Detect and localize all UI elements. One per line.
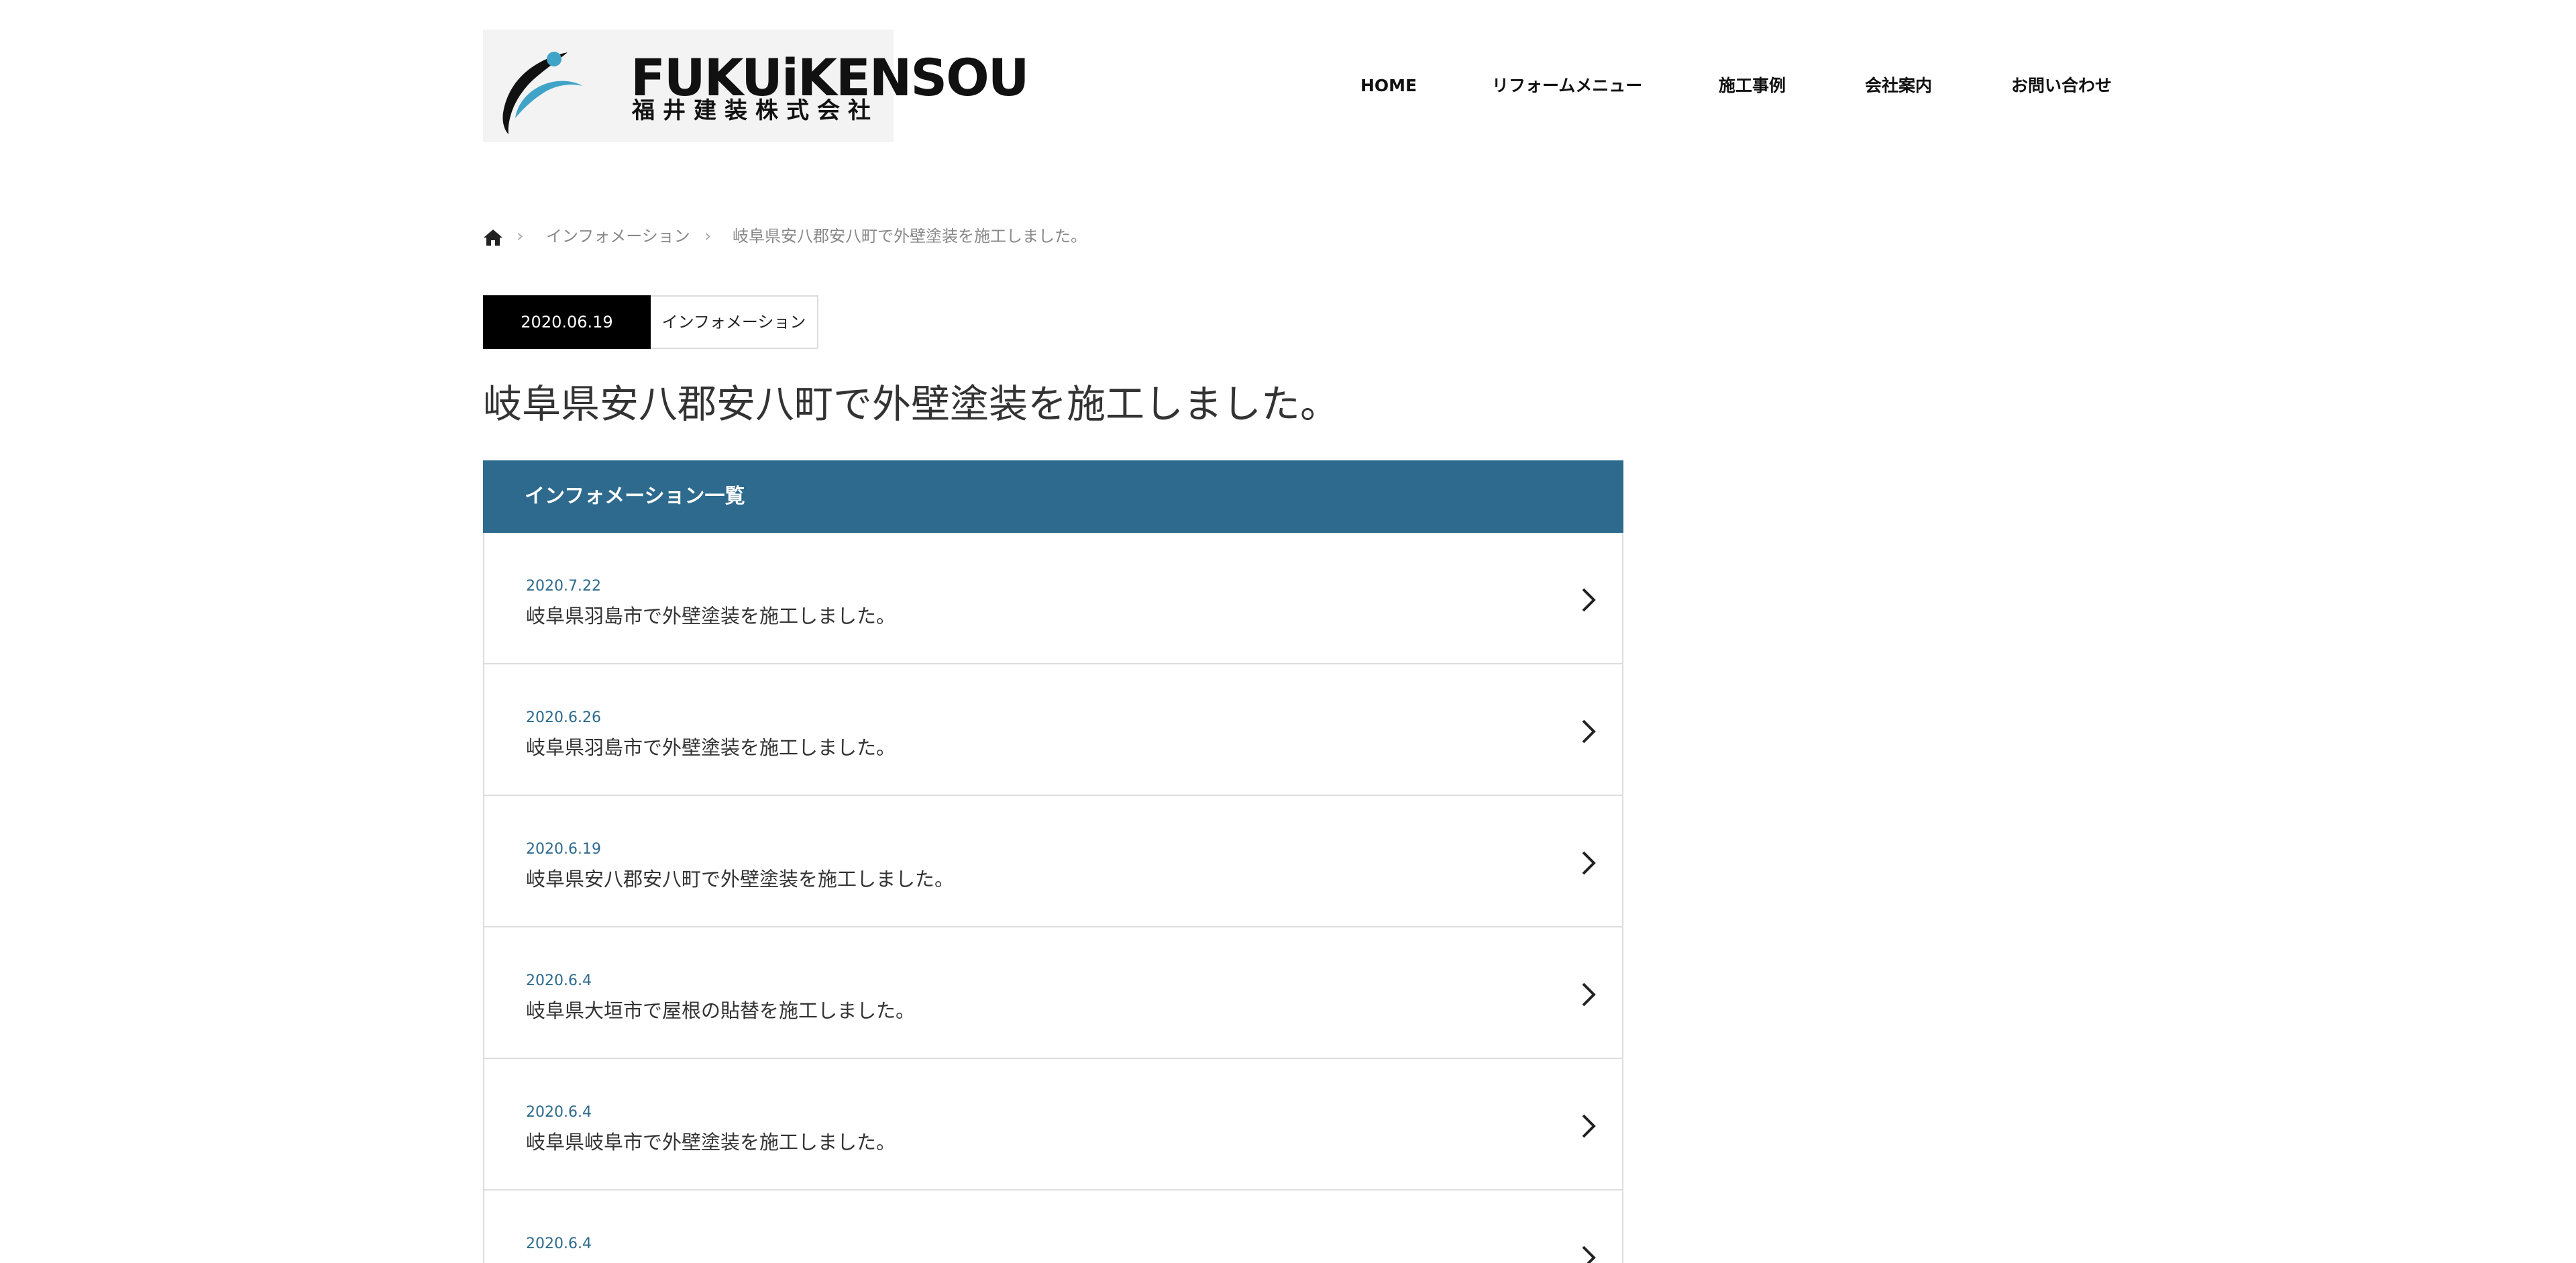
breadcrumb-item-current: 岐阜県安八郡安八町で外壁塗装を施工しました。: [733, 227, 1087, 246]
chevron-right-icon: [1582, 1114, 1596, 1138]
chevron-right-icon: [1582, 1246, 1596, 1263]
chevron-right-icon: [1582, 719, 1596, 744]
chevron-right-icon: [1582, 851, 1596, 875]
information-list-section: インフォメーション一覧 2020.7.22 岐阜県羽島市で外壁塗装を施工しました…: [483, 460, 1623, 1263]
nav-item-company[interactable]: 会社案内: [1865, 74, 1932, 98]
list-item-date: 2020.7.22: [526, 578, 601, 595]
list-item[interactable]: 2020.6.4: [483, 1191, 1623, 1263]
chevron-right-icon: [1582, 588, 1596, 612]
breadcrumb-separator: ›: [704, 226, 712, 246]
information-list-header: インフォメーション一覧: [483, 460, 1623, 533]
breadcrumb-separator: ›: [517, 226, 524, 246]
list-item-title: 岐阜県大垣市で屋根の貼替を施工しました。: [526, 999, 916, 1022]
nav-item-contact[interactable]: お問い合わせ: [2011, 74, 2112, 98]
nav-item-works[interactable]: 施工事例: [1719, 74, 1786, 98]
list-item-date: 2020.6.26: [526, 709, 601, 726]
nav-item-home[interactable]: HOME: [1360, 74, 1417, 98]
page: FUKUiKENSOU 福井建装株式会社 HOME リフォームメニュー 施工事例…: [0, 0, 2576, 1263]
page-title: 岐阜県安八郡安八町で外壁塗装を施工しました。: [483, 381, 1340, 427]
list-item[interactable]: 2020.6.4 岐阜県大垣市で屋根の貼替を施工しました。: [483, 927, 1623, 1059]
post-date-badge: 2020.06.19: [483, 295, 651, 349]
list-item-title: 岐阜県安八郡安八町で外壁塗装を施工しました。: [526, 868, 955, 891]
list-item-date: 2020.6.4: [526, 972, 592, 989]
list-item-title: 岐阜県羽島市で外壁塗装を施工しました。: [526, 736, 896, 759]
home-icon[interactable]: [483, 228, 503, 247]
list-item-title: 岐阜県岐阜市で外壁塗装を施工しました。: [526, 1131, 896, 1154]
nav-item-reform-menu[interactable]: リフォームメニュー: [1492, 74, 1642, 98]
list-item[interactable]: 2020.6.4 岐阜県岐阜市で外壁塗装を施工しました。: [483, 1059, 1623, 1191]
list-item-date: 2020.6.4: [526, 1104, 592, 1121]
list-item[interactable]: 2020.6.19 岐阜県安八郡安八町で外壁塗装を施工しました。: [483, 796, 1623, 927]
logo-mark-icon: [502, 52, 582, 134]
list-item[interactable]: 2020.7.22 岐阜県羽島市で外壁塗装を施工しました。: [483, 533, 1623, 664]
information-list: 2020.7.22 岐阜県羽島市で外壁塗装を施工しました。 2020.6.26 …: [483, 533, 1623, 1263]
list-item-date: 2020.6.4: [526, 1235, 592, 1252]
breadcrumb-item-information[interactable]: インフォメーション: [546, 224, 690, 248]
list-item[interactable]: 2020.6.26 岐阜県羽島市で外壁塗装を施工しました。: [483, 664, 1623, 796]
logo-company-name: 福井建装株式会社: [632, 97, 879, 124]
logo-wordmark: FUKUiKENSOU: [631, 48, 1029, 107]
post-category-link[interactable]: インフォメーション: [651, 295, 818, 349]
list-item-date: 2020.6.19: [526, 841, 601, 858]
list-item-title: 岐阜県羽島市で外壁塗装を施工しました。: [526, 605, 896, 627]
site-logo[interactable]: FUKUiKENSOU 福井建装株式会社: [483, 30, 1029, 142]
chevron-right-icon: [1582, 982, 1596, 1007]
